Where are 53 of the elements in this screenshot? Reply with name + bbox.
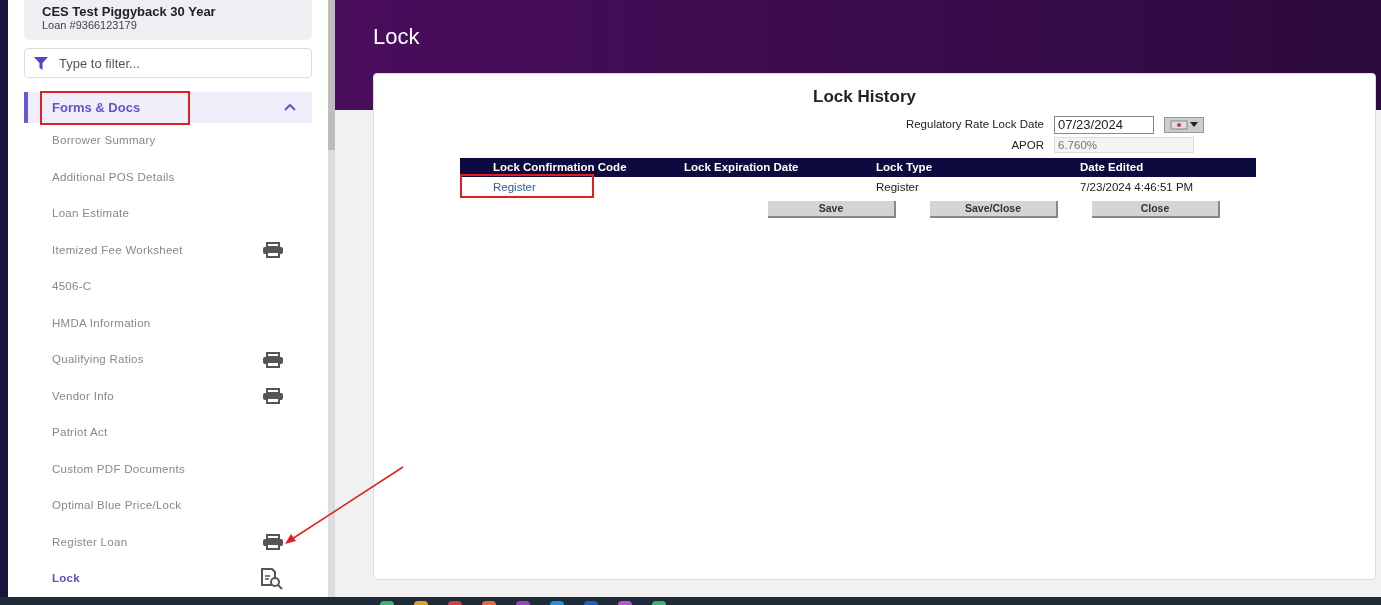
taskbar-icon — [380, 601, 394, 605]
sidebar-item[interactable]: Borrower Summary — [24, 122, 312, 159]
field-label: Regulatory Rate Lock Date — [904, 116, 1044, 132]
calendar-icon — [1170, 119, 1188, 130]
sidebar-item[interactable]: Loan Estimate — [24, 195, 312, 232]
sidebar-item[interactable]: Additional POS Details — [24, 159, 312, 196]
calendar-button[interactable] — [1164, 116, 1204, 133]
printer-icon[interactable] — [262, 351, 284, 368]
field-label: APOR — [1010, 137, 1044, 153]
filter-field[interactable]: Type to filter... — [24, 48, 312, 78]
column-header: Lock Type — [876, 157, 1080, 177]
printer-icon[interactable] — [262, 534, 284, 551]
taskbar-icon — [652, 601, 666, 605]
action-button[interactable]: Save/Close — [930, 201, 1058, 219]
taskbar-icon — [482, 601, 496, 605]
column-header: Lock Confirmation Code — [460, 157, 684, 177]
sidebar-item[interactable]: 4506-C — [24, 268, 312, 305]
taskbar-icon — [550, 601, 564, 605]
section-label: Forms & Docs — [52, 98, 141, 117]
column-header: Date Edited — [1080, 157, 1256, 177]
sidebar-item[interactable]: Vendor Info — [24, 378, 312, 415]
action-button[interactable]: Close — [1092, 201, 1220, 219]
taskbar-icon — [618, 601, 632, 605]
printer-icon[interactable] — [262, 242, 284, 259]
taskbar-icon — [414, 601, 428, 605]
sidebar-item[interactable]: Patriot Act — [24, 414, 312, 451]
sidebar-item[interactable]: Qualifying Ratios — [24, 341, 312, 378]
sidebar-item[interactable]: Optimal Blue Price/Lock — [24, 487, 312, 524]
sidebar-item[interactable]: HMDA Information — [24, 305, 312, 342]
page-title: Lock — [373, 24, 420, 49]
loan-number: Loan #9366123179 — [42, 19, 138, 32]
register-link[interactable]: Register — [493, 181, 536, 193]
loan-name: CES Test Piggyback 30 Year — [42, 4, 217, 19]
table-cell: Register — [876, 181, 919, 193]
column-header: Lock Expiration Date — [684, 157, 876, 177]
taskbar-icon — [516, 601, 530, 605]
chevron-icon — [284, 103, 296, 112]
date-field[interactable]: 07/23/2024 — [1054, 115, 1154, 134]
taskbar-icon — [584, 601, 598, 605]
readonly-field: 6.760% — [1054, 137, 1194, 154]
sidebar-item[interactable]: Register Loan — [24, 524, 312, 561]
table-cell: 7/23/2024 4:46:51 PM — [1080, 181, 1194, 193]
document-search-icon[interactable] — [260, 566, 284, 591]
printer-icon[interactable] — [262, 388, 284, 405]
sidebar-item[interactable]: Itemized Fee Worksheet — [24, 232, 312, 269]
card-title: Lock History — [813, 86, 916, 108]
sidebar-item[interactable]: Lock — [24, 560, 312, 597]
section-header[interactable]: Forms & Docs — [24, 92, 312, 123]
sidebar-item[interactable]: Custom PDF Documents — [24, 451, 312, 488]
taskbar-icon — [448, 601, 462, 605]
action-button[interactable]: Save — [768, 201, 896, 219]
filter-icon — [34, 57, 48, 70]
dropdown-caret-icon — [1190, 122, 1198, 127]
